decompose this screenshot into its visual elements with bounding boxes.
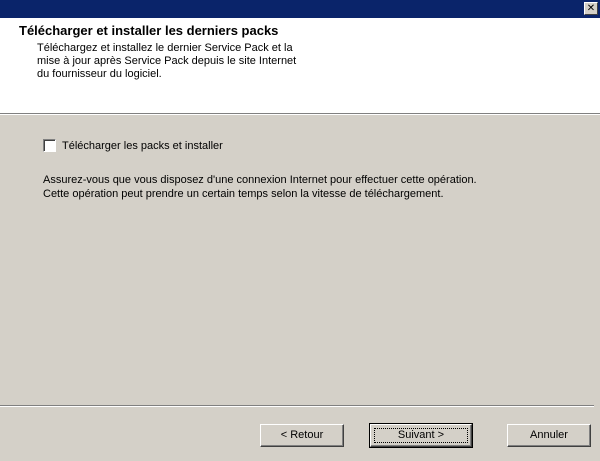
download-packs-label[interactable]: Télécharger les packs et installer [62, 140, 223, 152]
back-button[interactable]: < Retour [260, 424, 344, 447]
description-line: mise à jour après Service Pack depuis le… [37, 55, 297, 67]
header-divider [0, 113, 600, 115]
download-packs-checkbox[interactable] [43, 139, 56, 152]
title-bar: ✕ [0, 0, 600, 18]
next-button[interactable]: Suivant > [369, 423, 473, 448]
focus-rectangle: Suivant > [374, 428, 468, 443]
back-button-label: < Retour [280, 429, 324, 441]
page-title: Télécharger et installer les derniers pa… [19, 23, 279, 38]
cancel-button[interactable]: Annuler [507, 424, 591, 447]
footer-divider [0, 405, 594, 407]
cancel-button-label: Annuler [530, 429, 568, 441]
next-button-label: Suivant > [397, 429, 445, 441]
page-description: Téléchargez et installez le dernier Serv… [37, 42, 367, 81]
info-text: Assurez-vous que vous disposez d'une con… [43, 173, 583, 201]
close-icon: ✕ [586, 3, 596, 14]
wizard-header: Télécharger et installer les derniers pa… [0, 18, 600, 113]
close-button[interactable]: ✕ [584, 2, 598, 15]
download-packs-option[interactable]: Télécharger les packs et installer [43, 139, 223, 152]
description-line: Téléchargez et installez le dernier Serv… [37, 42, 293, 54]
info-line: Cette opération peut prendre un certain … [43, 188, 444, 200]
description-line: du fournisseur du logiciel. [37, 68, 162, 80]
info-line: Assurez-vous que vous disposez d'une con… [43, 174, 477, 186]
